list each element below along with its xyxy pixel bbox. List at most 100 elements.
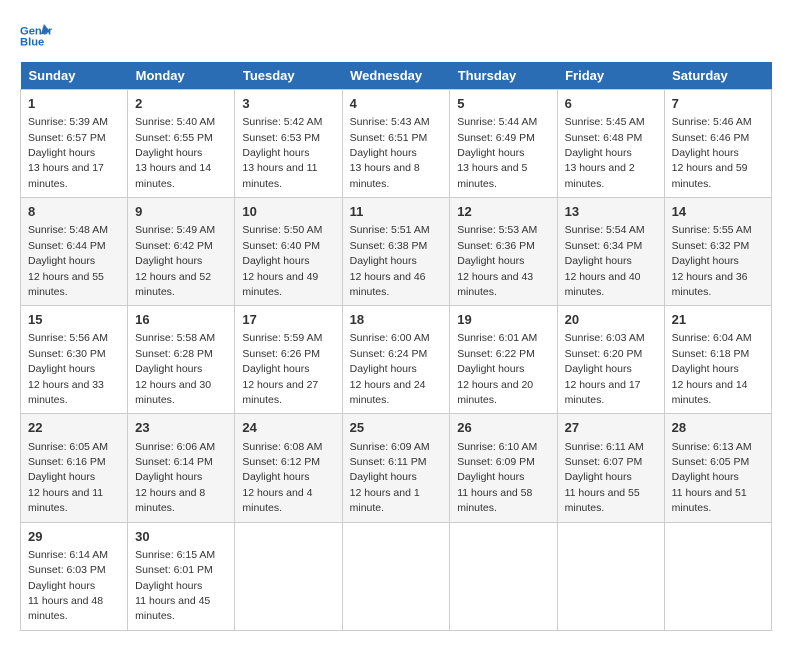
day-info: Sunrise: 5:54 AMSunset: 6:34 PMDaylight … bbox=[565, 224, 645, 298]
day-info: Sunrise: 5:44 AMSunset: 6:49 PMDaylight … bbox=[457, 116, 537, 190]
day-info: Sunrise: 6:11 AMSunset: 6:07 PMDaylight … bbox=[565, 441, 644, 515]
day-number: 27 bbox=[565, 419, 657, 437]
day-number: 23 bbox=[135, 419, 227, 437]
calendar-cell: 1 Sunrise: 5:39 AMSunset: 6:57 PMDaylight… bbox=[21, 90, 128, 198]
calendar-cell bbox=[557, 522, 664, 630]
day-number: 4 bbox=[350, 95, 443, 113]
logo-icon: General Blue bbox=[20, 20, 52, 52]
calendar-cell: 29 Sunrise: 6:14 AMSunset: 6:03 PMDayligh… bbox=[21, 522, 128, 630]
calendar-cell: 14 Sunrise: 5:55 AMSunset: 6:32 PMDayligh… bbox=[664, 198, 771, 306]
header-day-friday: Friday bbox=[557, 62, 664, 90]
day-info: Sunrise: 5:53 AMSunset: 6:36 PMDaylight … bbox=[457, 224, 537, 298]
calendar-cell: 12 Sunrise: 5:53 AMSunset: 6:36 PMDayligh… bbox=[450, 198, 557, 306]
header-day-sunday: Sunday bbox=[21, 62, 128, 90]
day-info: Sunrise: 6:06 AMSunset: 6:14 PMDaylight … bbox=[135, 441, 215, 515]
day-info: Sunrise: 5:43 AMSunset: 6:51 PMDaylight … bbox=[350, 116, 430, 190]
day-info: Sunrise: 6:10 AMSunset: 6:09 PMDaylight … bbox=[457, 441, 537, 515]
calendar-cell bbox=[235, 522, 342, 630]
day-info: Sunrise: 5:59 AMSunset: 6:26 PMDaylight … bbox=[242, 332, 322, 406]
day-info: Sunrise: 6:09 AMSunset: 6:11 PMDaylight … bbox=[350, 441, 430, 515]
day-info: Sunrise: 5:45 AMSunset: 6:48 PMDaylight … bbox=[565, 116, 645, 190]
calendar-cell: 13Sunrise: 5:54 AMSunset: 6:34 PMDayligh… bbox=[557, 198, 664, 306]
header-day-thursday: Thursday bbox=[450, 62, 557, 90]
calendar-cell: 23 Sunrise: 6:06 AMSunset: 6:14 PMDayligh… bbox=[128, 414, 235, 522]
calendar-cell: 25 Sunrise: 6:09 AMSunset: 6:11 PMDayligh… bbox=[342, 414, 450, 522]
day-number: 30 bbox=[135, 528, 227, 546]
calendar-week-row: 15 Sunrise: 5:56 AMSunset: 6:30 PMDayligh… bbox=[21, 306, 772, 414]
day-number: 20 bbox=[565, 311, 657, 329]
calendar-cell: 19 Sunrise: 6:01 AMSunset: 6:22 PMDayligh… bbox=[450, 306, 557, 414]
day-info: Sunrise: 5:50 AMSunset: 6:40 PMDaylight … bbox=[242, 224, 322, 298]
day-info: Sunrise: 6:14 AMSunset: 6:03 PMDaylight … bbox=[28, 549, 108, 623]
calendar-cell: 6 Sunrise: 5:45 AMSunset: 6:48 PMDaylight… bbox=[557, 90, 664, 198]
day-info: Sunrise: 5:39 AMSunset: 6:57 PMDaylight … bbox=[28, 116, 108, 190]
header-day-saturday: Saturday bbox=[664, 62, 771, 90]
day-number: 6 bbox=[565, 95, 657, 113]
day-number: 22 bbox=[28, 419, 120, 437]
calendar-cell bbox=[450, 522, 557, 630]
day-info: Sunrise: 6:15 AMSunset: 6:01 PMDaylight … bbox=[135, 549, 215, 623]
day-number: 24 bbox=[242, 419, 334, 437]
logo: General Blue bbox=[20, 20, 56, 52]
calendar-cell: 10Sunrise: 5:50 AMSunset: 6:40 PMDayligh… bbox=[235, 198, 342, 306]
day-info: Sunrise: 6:04 AMSunset: 6:18 PMDaylight … bbox=[672, 332, 752, 406]
day-info: Sunrise: 5:56 AMSunset: 6:30 PMDaylight … bbox=[28, 332, 108, 406]
calendar-cell: 21 Sunrise: 6:04 AMSunset: 6:18 PMDayligh… bbox=[664, 306, 771, 414]
day-number: 25 bbox=[350, 419, 443, 437]
day-info: Sunrise: 5:48 AMSunset: 6:44 PMDaylight … bbox=[28, 224, 108, 298]
day-info: Sunrise: 5:42 AMSunset: 6:53 PMDaylight … bbox=[242, 116, 322, 190]
calendar-cell: 3 Sunrise: 5:42 AMSunset: 6:53 PMDaylight… bbox=[235, 90, 342, 198]
calendar-cell: 2Sunrise: 5:40 AMSunset: 6:55 PMDaylight… bbox=[128, 90, 235, 198]
header-day-tuesday: Tuesday bbox=[235, 62, 342, 90]
calendar-week-row: 22 Sunrise: 6:05 AMSunset: 6:16 PMDayligh… bbox=[21, 414, 772, 522]
day-number: 3 bbox=[242, 95, 334, 113]
calendar-cell: 16 Sunrise: 5:58 AMSunset: 6:28 PMDayligh… bbox=[128, 306, 235, 414]
day-number: 26 bbox=[457, 419, 549, 437]
calendar-cell: 30 Sunrise: 6:15 AMSunset: 6:01 PMDayligh… bbox=[128, 522, 235, 630]
day-info: Sunrise: 5:51 AMSunset: 6:38 PMDaylight … bbox=[350, 224, 430, 298]
calendar-cell: 27 Sunrise: 6:11 AMSunset: 6:07 PMDayligh… bbox=[557, 414, 664, 522]
calendar-cell: 20 Sunrise: 6:03 AMSunset: 6:20 PMDayligh… bbox=[557, 306, 664, 414]
day-number: 15 bbox=[28, 311, 120, 329]
calendar-table: SundayMondayTuesdayWednesdayThursdayFrid… bbox=[20, 62, 772, 631]
calendar-cell: 22 Sunrise: 6:05 AMSunset: 6:16 PMDayligh… bbox=[21, 414, 128, 522]
calendar-cell bbox=[664, 522, 771, 630]
day-info: Sunrise: 5:55 AMSunset: 6:32 PMDaylight … bbox=[672, 224, 752, 298]
day-number: 21 bbox=[672, 311, 764, 329]
day-number: 14 bbox=[672, 203, 764, 221]
calendar-cell: 8 Sunrise: 5:48 AMSunset: 6:44 PMDaylight… bbox=[21, 198, 128, 306]
day-info: Sunrise: 5:46 AMSunset: 6:46 PMDaylight … bbox=[672, 116, 752, 190]
day-info: Sunrise: 6:05 AMSunset: 6:16 PMDaylight … bbox=[28, 441, 108, 515]
calendar-cell: 28 Sunrise: 6:13 AMSunset: 6:05 PMDayligh… bbox=[664, 414, 771, 522]
calendar-week-row: 1 Sunrise: 5:39 AMSunset: 6:57 PMDaylight… bbox=[21, 90, 772, 198]
day-number: 11 bbox=[350, 203, 443, 221]
day-number: 8 bbox=[28, 203, 120, 221]
day-number: 16 bbox=[135, 311, 227, 329]
day-number: 7 bbox=[672, 95, 764, 113]
day-info: Sunrise: 5:58 AMSunset: 6:28 PMDaylight … bbox=[135, 332, 215, 406]
day-number: 5 bbox=[457, 95, 549, 113]
day-number: 28 bbox=[672, 419, 764, 437]
day-number: 18 bbox=[350, 311, 443, 329]
calendar-cell: 26 Sunrise: 6:10 AMSunset: 6:09 PMDayligh… bbox=[450, 414, 557, 522]
day-info: Sunrise: 6:03 AMSunset: 6:20 PMDaylight … bbox=[565, 332, 645, 406]
day-info: Sunrise: 5:49 AMSunset: 6:42 PMDaylight … bbox=[135, 224, 215, 298]
day-number: 1 bbox=[28, 95, 120, 113]
day-info: Sunrise: 6:08 AMSunset: 6:12 PMDaylight … bbox=[242, 441, 322, 515]
calendar-header-row: SundayMondayTuesdayWednesdayThursdayFrid… bbox=[21, 62, 772, 90]
calendar-cell: 5 Sunrise: 5:44 AMSunset: 6:49 PMDaylight… bbox=[450, 90, 557, 198]
calendar-cell: 7 Sunrise: 5:46 AMSunset: 6:46 PMDaylight… bbox=[664, 90, 771, 198]
calendar-cell: 18Sunrise: 6:00 AMSunset: 6:24 PMDayligh… bbox=[342, 306, 450, 414]
day-number: 29 bbox=[28, 528, 120, 546]
header-day-monday: Monday bbox=[128, 62, 235, 90]
day-number: 2 bbox=[135, 95, 227, 113]
day-number: 19 bbox=[457, 311, 549, 329]
calendar-cell bbox=[342, 522, 450, 630]
day-number: 12 bbox=[457, 203, 549, 221]
day-info: Sunrise: 6:13 AMSunset: 6:05 PMDaylight … bbox=[672, 441, 752, 515]
header-day-wednesday: Wednesday bbox=[342, 62, 450, 90]
svg-text:Blue: Blue bbox=[20, 37, 44, 49]
day-info: Sunrise: 6:01 AMSunset: 6:22 PMDaylight … bbox=[457, 332, 537, 406]
day-number: 9 bbox=[135, 203, 227, 221]
calendar-cell: 11 Sunrise: 5:51 AMSunset: 6:38 PMDayligh… bbox=[342, 198, 450, 306]
